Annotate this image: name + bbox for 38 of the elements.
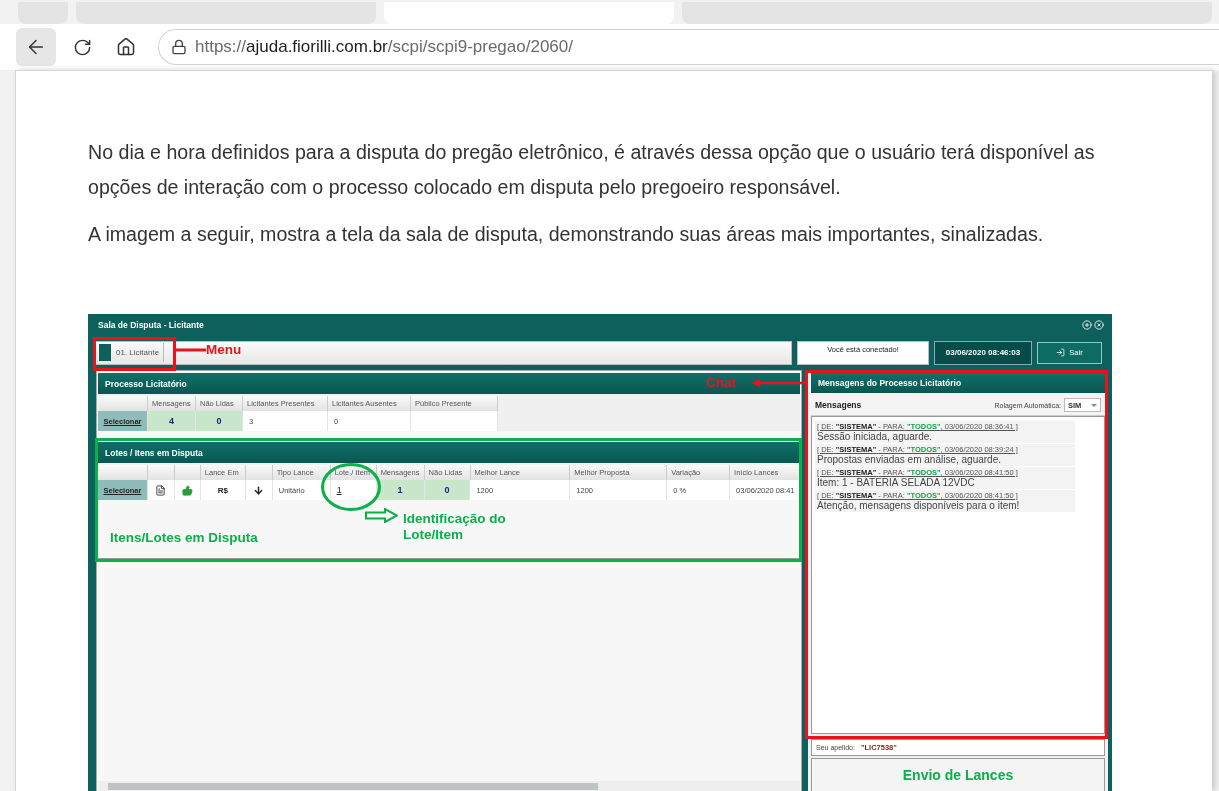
menu-button[interactable]: 01. Licitante xyxy=(99,343,165,362)
item-link[interactable]: 1 xyxy=(336,485,342,495)
window-title: Sala de Disputa - Licitante xyxy=(98,320,204,330)
table-cell: R$ xyxy=(200,480,246,500)
home-icon[interactable] xyxy=(116,37,136,57)
url-text: https://ajuda.fiorilli.com.br/scpi/scpi9-pregao/2060/ xyxy=(195,37,573,57)
annotation-label: Menu xyxy=(206,342,243,358)
panel-header: Lotes / Itens em Disputa xyxy=(98,442,800,463)
date-time: 03/06/2020 08:46:03 xyxy=(934,340,1032,365)
exit-icon[interactable] xyxy=(1056,348,1066,357)
bids-title: Envio de Lances xyxy=(902,767,1014,785)
message-text: Atenção, mensagens disponíveis para o item! xyxy=(817,500,1021,511)
annotation-label: Identificação do Lote/Item xyxy=(403,511,507,543)
document-icon[interactable] xyxy=(155,484,167,496)
column-header xyxy=(174,465,201,480)
messages-heading: Mensagens xyxy=(815,400,862,410)
message-text: Item: 1 - BATERIA SELADA 12VDC xyxy=(817,477,976,488)
lock-icon xyxy=(171,39,187,55)
annotation-label: Itens/Lotes em Disputa xyxy=(110,530,259,546)
annotation-label: Chat xyxy=(706,375,737,391)
back-button[interactable] xyxy=(16,28,56,66)
message-text: Sessão iniciada, aguarde. xyxy=(817,431,934,442)
plus-icon[interactable] xyxy=(1082,320,1092,330)
column-header xyxy=(98,396,148,411)
scrollbar[interactable] xyxy=(98,781,800,791)
message-text: Propostas enviadas em análise, aguarde. xyxy=(817,454,1002,465)
article-paragraph: No dia e hora definidos para a disputa do pregão eletrônico, é através dessa opção que o usuário terá disponível as opções de interação com o processo colocado em disputa pelo pregoeiro responsável. xyxy=(88,140,1096,200)
down-arrow-icon xyxy=(253,484,265,496)
reload-icon[interactable] xyxy=(72,37,92,57)
close-icon[interactable] xyxy=(1094,320,1104,330)
article-paragraph: A imagem a seguir, mostra a tela da sala de disputa, demonstrando suas áreas mais importantes, sinalizadas. xyxy=(88,222,1045,247)
table-cell: 4 xyxy=(148,411,196,431)
panel-header: Mensagens do Processo Licitatório xyxy=(811,372,1105,393)
table-cell: 0 xyxy=(424,480,471,500)
table-cell: 0 xyxy=(196,411,243,431)
column-header xyxy=(245,465,273,480)
table-cell: 1 xyxy=(376,480,425,500)
thumbs-up-icon[interactable] xyxy=(181,484,193,496)
